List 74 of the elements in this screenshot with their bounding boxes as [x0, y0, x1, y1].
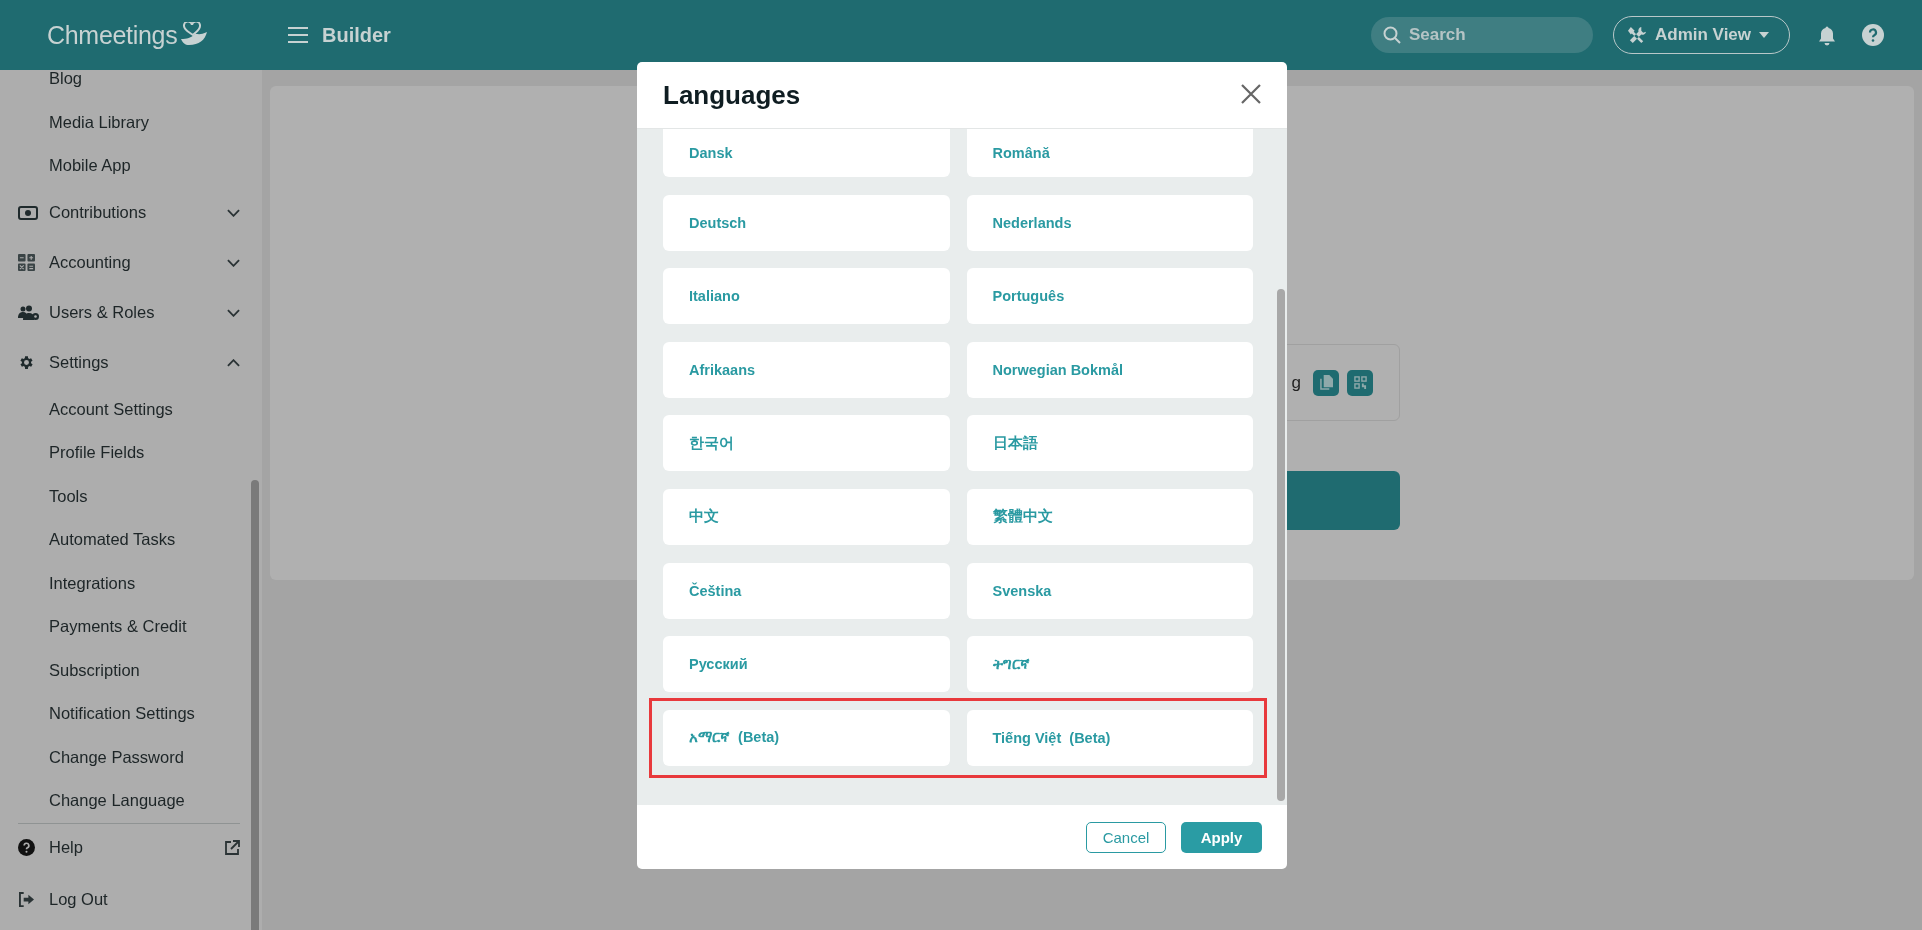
- chevron-down-icon: [227, 208, 240, 217]
- sidebar-group-label: Accounting: [49, 253, 132, 272]
- external-link-icon: [224, 839, 240, 856]
- language-option[interactable]: Nederlands: [966, 194, 1253, 251]
- scrollbar[interactable]: [251, 480, 259, 930]
- language-option[interactable]: 日本語: [966, 415, 1253, 472]
- qr-code-button[interactable]: [1347, 369, 1373, 396]
- language-option[interactable]: Română: [966, 129, 1253, 177]
- language-option[interactable]: Afrikaans: [663, 341, 950, 398]
- sidebar-item[interactable]: Log Out: [0, 871, 262, 928]
- menu-icon[interactable]: [288, 27, 308, 43]
- chevron-down-icon: [227, 258, 240, 267]
- language-option[interactable]: Русский: [663, 636, 950, 693]
- sidebar-group[interactable]: Accounting: [0, 237, 262, 288]
- sidebar-item[interactable]: Tools: [0, 474, 262, 518]
- qr-code-icon: [1353, 376, 1367, 389]
- sidebar-group[interactable]: Users & Roles: [0, 287, 262, 338]
- cancel-button[interactable]: Cancel: [1086, 821, 1166, 853]
- calculator-icon: [18, 254, 35, 271]
- help-icon: [18, 839, 35, 856]
- sidebar-item[interactable]: Notification Settings: [0, 692, 262, 736]
- sidebar-item[interactable]: Help: [0, 823, 262, 872]
- language-option[interactable]: Português: [966, 268, 1253, 325]
- chevron-down-icon: [227, 308, 240, 317]
- tools-icon: [1628, 25, 1647, 45]
- language-option[interactable]: Deutsch: [663, 194, 950, 251]
- banknote-icon: [18, 205, 38, 220]
- gear-icon: [18, 354, 35, 371]
- language-option[interactable]: 繁體中文: [966, 488, 1253, 545]
- language-option[interactable]: Italiano: [663, 268, 950, 325]
- help-icon[interactable]: [1862, 24, 1884, 46]
- close-icon: [1241, 83, 1261, 104]
- link-text: g: [1291, 372, 1301, 393]
- logo-text: Chmeetings: [47, 20, 178, 50]
- sidebar-group[interactable]: Contributions: [0, 187, 262, 238]
- apply-button[interactable]: Apply: [1181, 821, 1262, 853]
- dialog-title: Languages: [663, 79, 802, 111]
- users-icon: [18, 304, 40, 321]
- language-option[interactable]: Tiếng Việt (Beta): [966, 709, 1253, 766]
- copy-button[interactable]: [1313, 369, 1339, 396]
- sidebar-group-label: Users & Roles: [49, 303, 156, 322]
- sidebar-item-label: Help: [49, 838, 84, 857]
- sidebar-group-label: Settings: [49, 353, 110, 372]
- sidebar-group-label: Contributions: [49, 203, 148, 222]
- language-option[interactable]: ትግርኛ: [966, 636, 1253, 693]
- sidebar-item-label: Log Out: [49, 890, 109, 909]
- language-option[interactable]: 한국어: [663, 415, 950, 472]
- sidebar-item[interactable]: Integrations: [0, 561, 262, 605]
- sidebar-item[interactable]: Account Settings: [0, 387, 262, 431]
- sidebar-item[interactable]: Change Language: [0, 779, 262, 823]
- sidebar-item[interactable]: Blog: [0, 70, 262, 101]
- language-option[interactable]: Svenska: [966, 562, 1253, 619]
- caret-icon: [1759, 32, 1770, 38]
- sidebar-item[interactable]: Media Library: [0, 100, 262, 144]
- language-option[interactable]: 中文: [663, 488, 950, 545]
- sidebar-item[interactable]: Payments & Credit: [0, 605, 262, 649]
- language-option[interactable]: Norwegian Bokmål: [966, 341, 1253, 398]
- bell-icon[interactable]: [1818, 24, 1836, 46]
- chevron-up-icon: [227, 358, 240, 367]
- language-option[interactable]: Dansk: [663, 129, 950, 177]
- logout-icon: [18, 892, 35, 907]
- copy-icon: [1319, 375, 1333, 390]
- page-title: Builder: [322, 23, 391, 47]
- sidebar-group[interactable]: Settings: [0, 337, 262, 388]
- heart-hand-icon: [179, 22, 210, 48]
- sidebar-item[interactable]: Change Password: [0, 735, 262, 779]
- sidebar-item[interactable]: Mobile App: [0, 144, 262, 188]
- sidebar-item[interactable]: Automated Tasks: [0, 518, 262, 562]
- sidebar-item[interactable]: Profile Fields: [0, 431, 262, 475]
- language-option[interactable]: Čeština: [663, 562, 950, 619]
- search-field[interactable]: Search: [1371, 17, 1593, 53]
- scrollbar[interactable]: [1277, 289, 1285, 801]
- sidebar-item[interactable]: Subscription: [0, 648, 262, 692]
- language-option[interactable]: አማርኛ (Beta): [663, 709, 950, 766]
